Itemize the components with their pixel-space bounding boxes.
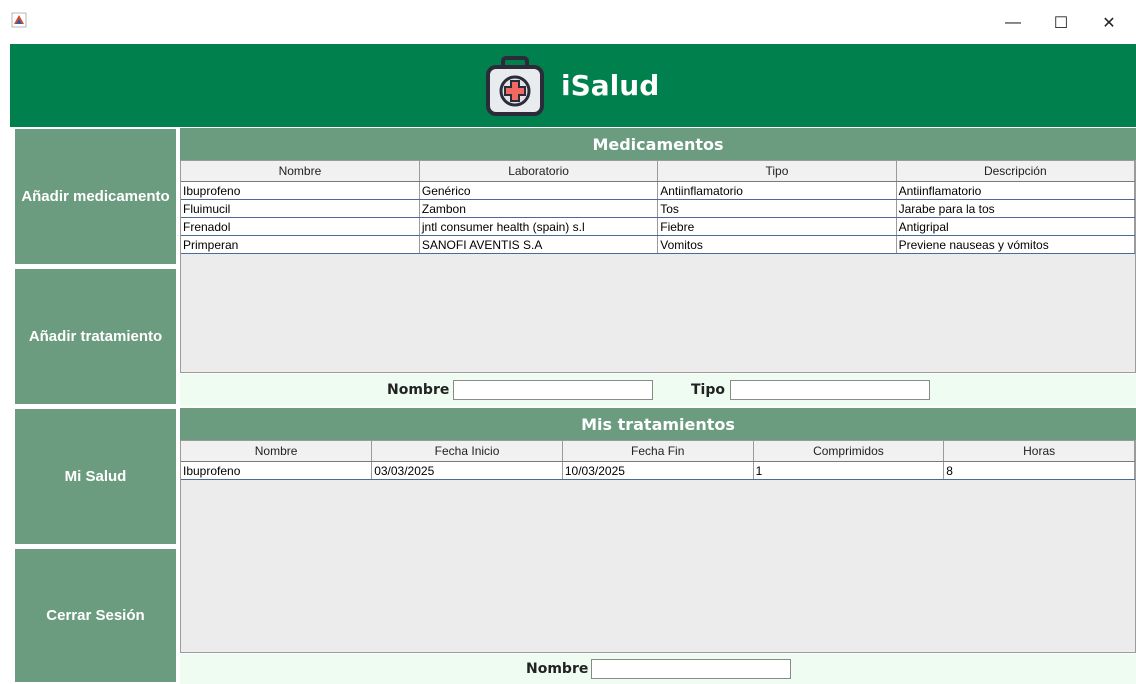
table-cell[interactable]: Ibuprofeno (181, 181, 420, 200)
app-title: iSalud (561, 69, 660, 102)
table-cell[interactable]: Genérico (419, 181, 659, 200)
table-cell[interactable]: Antiinflamatorio (657, 181, 897, 200)
treatment-name-filter-label: Nombre (526, 661, 589, 677)
table-cell[interactable]: 03/03/2025 (371, 461, 563, 480)
column-header[interactable]: Fecha Fin (562, 441, 754, 462)
medications-table-panel: Nombre Laboratorio Tipo Descripción Ibup… (180, 160, 1136, 373)
table-cell[interactable]: 8 (943, 461, 1135, 480)
java-app-icon (11, 12, 27, 28)
table-cell[interactable]: 10/03/2025 (562, 461, 754, 480)
treatments-title: Mis tratamientos (581, 414, 735, 434)
medication-name-filter-input[interactable] (453, 380, 653, 400)
add-treatment-label: Añadir tratamiento (28, 328, 163, 345)
minimize-button[interactable]: — (990, 8, 1036, 38)
medication-type-filter-input[interactable] (730, 380, 930, 400)
my-health-label: Mi Salud (64, 468, 127, 485)
medication-type-filter-label: Tipo (691, 382, 725, 398)
add-treatment-button[interactable]: Añadir tratamiento (13, 267, 178, 406)
first-aid-kit-icon (486, 56, 544, 116)
table-cell[interactable]: SANOFI AVENTIS S.A (419, 235, 659, 254)
medications-filter-bar: Nombre Tipo (180, 374, 1136, 406)
medication-name-filter-label: Nombre (387, 382, 450, 398)
column-header[interactable]: Nombre (181, 161, 420, 182)
app-frame: iSalud Añadir medicamento Añadir tratami… (10, 44, 1136, 684)
add-medication-label: Añadir medicamento (21, 188, 170, 205)
table-cell[interactable]: jntl consumer health (spain) s.l (419, 217, 659, 236)
table-cell[interactable]: Antiinflamatorio (896, 181, 1136, 200)
column-header[interactable]: Nombre (181, 441, 373, 462)
logout-label: Cerrar Sesión (46, 607, 145, 624)
add-medication-button[interactable]: Añadir medicamento (13, 127, 178, 266)
table-cell[interactable]: Fluimucil (181, 199, 420, 218)
medications-title: Medicamentos (592, 134, 724, 154)
table-row[interactable]: Ibuprofeno 03/03/2025 10/03/2025 1 8 (181, 461, 1135, 480)
table-cell[interactable]: Vomitos (657, 235, 897, 254)
table-cell[interactable]: Primperan (181, 235, 420, 254)
column-header[interactable]: Laboratorio (419, 161, 659, 182)
table-cell[interactable]: Frenadol (181, 217, 420, 236)
table-cell[interactable]: Tos (657, 199, 897, 218)
my-health-button[interactable]: Mi Salud (13, 407, 178, 546)
table-cell[interactable]: Fiebre (657, 217, 897, 236)
medications-section-header: Medicamentos (180, 128, 1136, 160)
treatments-filter-bar: Nombre (180, 654, 1136, 684)
table-row[interactable]: Fluimucil Zambon Tos Jarabe para la tos (181, 199, 1136, 218)
logout-button[interactable]: Cerrar Sesión (13, 547, 178, 684)
maximize-button[interactable]: ☐ (1038, 8, 1084, 38)
table-cell[interactable]: Zambon (419, 199, 659, 218)
column-header[interactable]: Horas (943, 441, 1135, 462)
table-cell[interactable]: Antigripal (896, 217, 1136, 236)
treatments-table-panel: Nombre Fecha Inicio Fecha Fin Comprimido… (180, 440, 1136, 653)
table-row[interactable]: Ibuprofeno Genérico Antiinflamatorio Ant… (181, 181, 1136, 200)
table-cell[interactable]: Ibuprofeno (181, 461, 373, 480)
close-button[interactable]: ✕ (1086, 8, 1132, 38)
medications-table: Nombre Laboratorio Tipo Descripción Ibup… (181, 161, 1136, 254)
table-row[interactable]: Frenadol jntl consumer health (spain) s.… (181, 217, 1136, 236)
column-header[interactable]: Comprimidos (753, 441, 945, 462)
column-header[interactable]: Tipo (657, 161, 897, 182)
column-header[interactable]: Fecha Inicio (371, 441, 563, 462)
column-header[interactable]: Descripción (896, 161, 1136, 182)
table-header-row: Nombre Laboratorio Tipo Descripción (181, 161, 1136, 182)
table-cell[interactable]: Jarabe para la tos (896, 199, 1136, 218)
treatments-table: Nombre Fecha Inicio Fecha Fin Comprimido… (181, 441, 1135, 480)
table-row[interactable]: Primperan SANOFI AVENTIS S.A Vomitos Pre… (181, 235, 1136, 254)
window-titlebar: — ☐ ✕ (0, 0, 1136, 44)
app-header: iSalud (10, 44, 1136, 127)
treatments-section-header: Mis tratamientos (180, 408, 1136, 440)
treatment-name-filter-input[interactable] (591, 659, 791, 679)
table-header-row: Nombre Fecha Inicio Fecha Fin Comprimido… (181, 441, 1135, 462)
table-cell[interactable]: Previene nauseas y vómitos (896, 235, 1136, 254)
table-cell[interactable]: 1 (753, 461, 945, 480)
